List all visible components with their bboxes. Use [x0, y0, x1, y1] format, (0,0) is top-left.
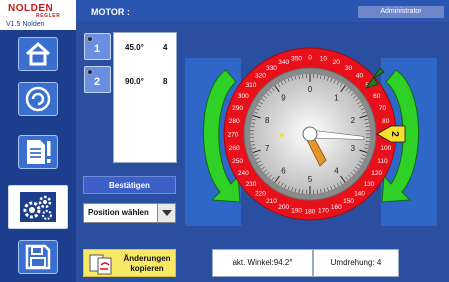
spiral-icon [25, 86, 51, 112]
position-number: 2 [94, 76, 101, 88]
version-label: V1.5 Nolden [6, 21, 45, 28]
outer-scale-label: 140 [354, 191, 365, 198]
copy-changes-button[interactable]: Änderungen kopieren [83, 249, 176, 277]
outer-scale-label: 340 [278, 59, 289, 66]
position-angle: 45.0° [125, 43, 144, 52]
inner-scale-label: 5 [308, 175, 313, 184]
outer-scale-label: 350 [291, 56, 302, 63]
positions-list: 45.0° 4 90.0° 8 [113, 32, 177, 163]
rotation-count-display: Umdrehung: 4 [313, 249, 399, 277]
outer-scale-label: 130 [364, 181, 375, 188]
sidebar-item-alarm[interactable] [18, 135, 58, 169]
outer-scale-label: 70 [379, 105, 387, 112]
outer-scale-label: 100 [380, 145, 391, 152]
outer-scale-label: 0 [308, 55, 312, 62]
outer-scale-label: 320 [255, 73, 266, 80]
floppy-disk-icon [25, 244, 51, 270]
gears-icon [20, 192, 56, 222]
outer-scale-label: 170 [318, 207, 329, 214]
sidebar-item-settings[interactable] [8, 185, 68, 229]
outer-scale-label: 30 [345, 65, 353, 72]
chevron-down-icon [161, 210, 172, 216]
status-led-icon [87, 69, 93, 75]
outer-scale-label: 120 [371, 170, 382, 177]
inner-scale-label: 7 [265, 144, 270, 153]
position-number: 1 [94, 43, 101, 55]
inner-scale-label: 2 [351, 116, 356, 125]
dial-hub [302, 126, 318, 142]
sidebar-item-spiral[interactable] [18, 82, 58, 116]
confirm-button[interactable]: Bestätigen [83, 176, 176, 194]
outer-scale-label: 40 [356, 73, 364, 80]
inner-scale-label: 3 [351, 144, 356, 153]
rotation-dial-widget: 0102030405060708090100110120130140150160… [185, 47, 437, 226]
position-value: 4 [163, 43, 168, 52]
reference-dot [280, 133, 284, 137]
dropdown-arrow-button[interactable] [157, 204, 175, 222]
status-led-icon [87, 36, 93, 42]
outer-scale-label: 260 [229, 145, 240, 152]
outer-scale-label: 270 [228, 132, 239, 139]
copy-label-line2: kopieren [130, 264, 164, 273]
inner-scale-label: 0 [308, 85, 313, 94]
outer-scale-label: 220 [255, 191, 266, 198]
outer-scale-label: 280 [229, 118, 240, 125]
position-button-2[interactable]: 2 [84, 66, 111, 93]
outer-scale-label: 110 [377, 158, 388, 165]
sidebar: NOLDEN REGLER V1.5 Nolden [0, 0, 76, 282]
outer-scale-label: 310 [246, 82, 257, 89]
outer-scale-label: 330 [266, 65, 277, 72]
outer-scale-label: 160 [331, 204, 342, 211]
copy-label-line1: Änderungen [123, 254, 171, 263]
inner-scale-label: 9 [281, 94, 286, 103]
outer-scale-label: 60 [373, 93, 381, 100]
sidebar-item-home[interactable] [18, 37, 58, 71]
outer-scale-label: 150 [343, 198, 354, 205]
logo-sub: REGLER [36, 13, 61, 19]
sidebar-item-save[interactable] [18, 240, 58, 274]
position-marker-label: 2 [389, 131, 400, 137]
header-bar: MOTOR : Administrator [76, 0, 449, 22]
page-title: MOTOR : [91, 7, 130, 17]
outer-scale-label: 300 [238, 93, 249, 100]
outer-scale-label: 240 [238, 170, 249, 177]
outer-scale-label: 210 [266, 198, 277, 205]
home-icon [25, 41, 51, 66]
position-angle: 90.0° [125, 77, 144, 86]
copy-button-label: Änderungen kopieren [120, 254, 174, 274]
alarm-document-icon [27, 140, 51, 164]
inner-scale-label: 8 [265, 116, 270, 125]
outer-scale-label: 180 [305, 209, 316, 216]
outer-scale-label: 80 [382, 118, 390, 125]
position-button-1[interactable]: 1 [84, 33, 111, 60]
user-badge[interactable]: Administrator [358, 6, 444, 18]
outer-scale-label: 290 [232, 105, 243, 112]
outer-scale-label: 250 [232, 158, 243, 165]
outer-scale-label: 200 [278, 204, 289, 211]
outer-scale-label: 20 [333, 59, 341, 66]
current-angle-display: akt. Winkel:94.2° [212, 249, 313, 277]
logo: NOLDEN REGLER V1.5 Nolden [0, 0, 76, 30]
outer-scale-label: 230 [246, 181, 257, 188]
copy-documents-icon [89, 254, 112, 275]
inner-scale-label: 4 [334, 166, 339, 175]
inner-scale-label: 6 [281, 166, 286, 175]
outer-scale-label: 190 [291, 207, 302, 214]
position-select-value: Position wählen [88, 208, 149, 217]
outer-scale-label: 10 [320, 56, 328, 63]
position-value: 8 [163, 77, 168, 86]
inner-scale-label: 1 [334, 94, 339, 103]
